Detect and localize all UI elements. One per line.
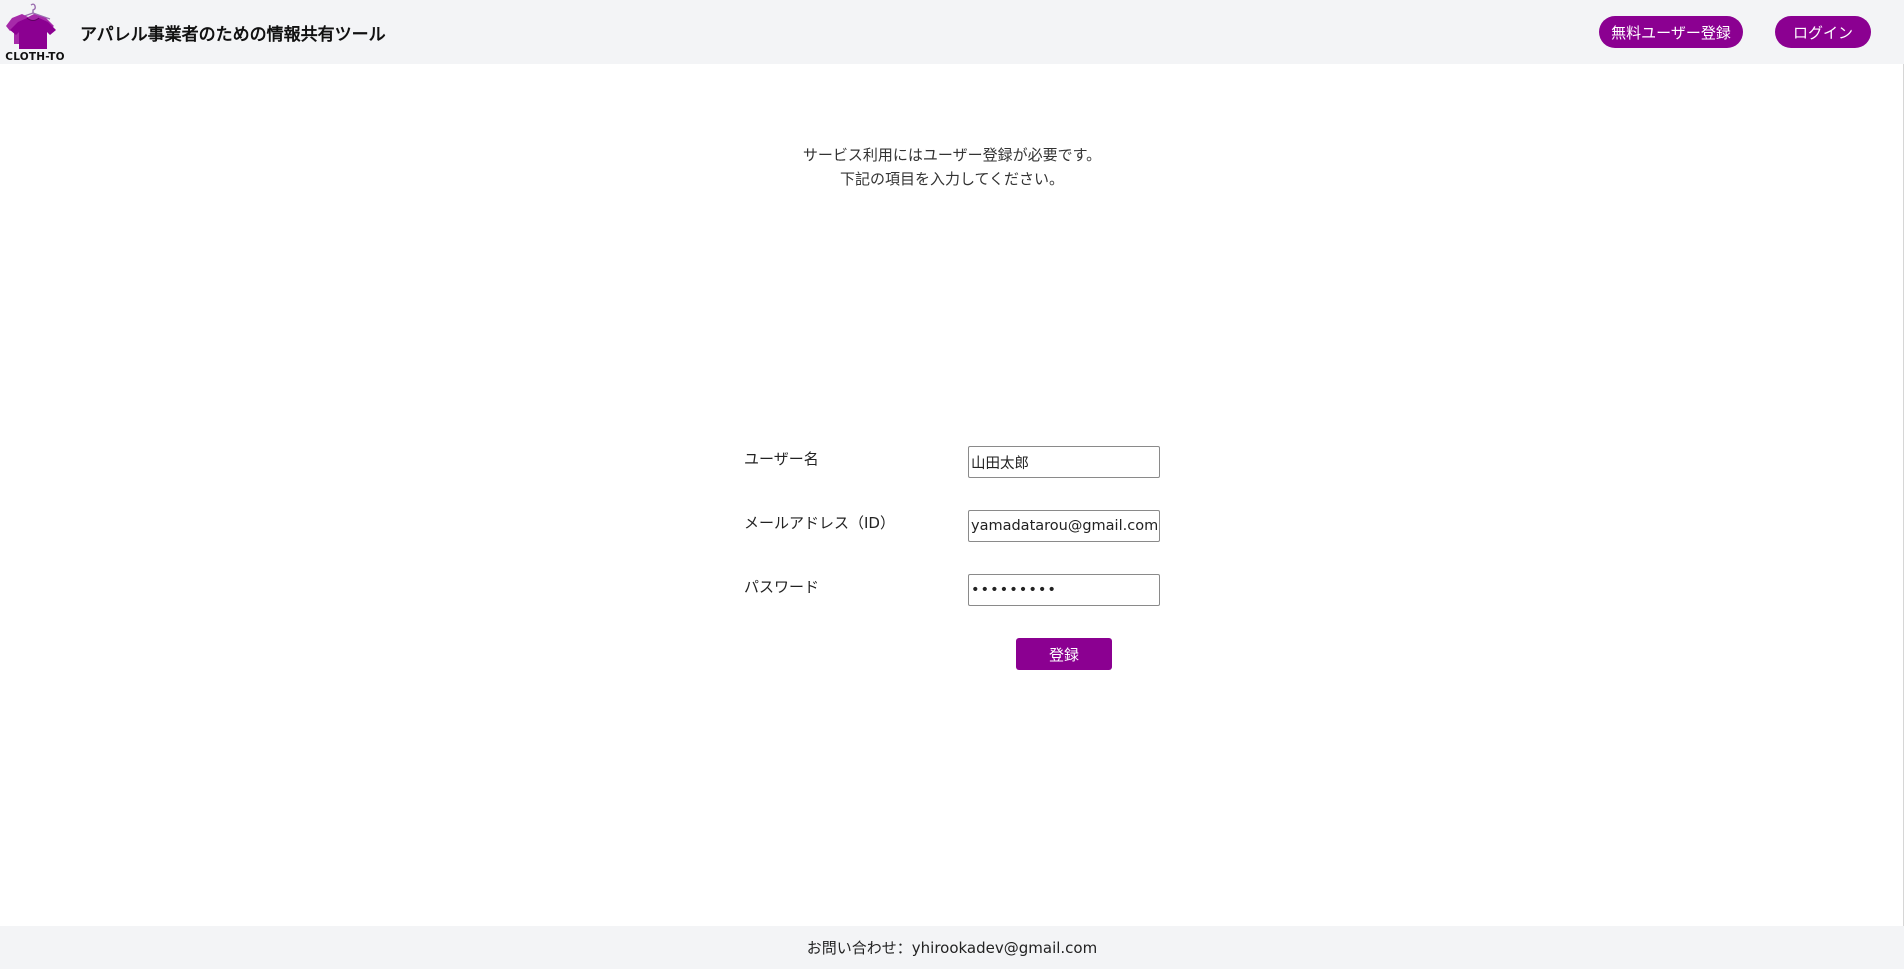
contact-text: お問い合わせ：yhirookadev@gmail.com [806, 939, 1098, 957]
password-field[interactable] [968, 574, 1160, 606]
username-field[interactable] [968, 446, 1160, 478]
site-title: アパレル事業者のための情報共有ツール [80, 25, 386, 45]
shirt-logo-icon [6, 3, 56, 49]
email-label: メールアドレス（ID） [744, 514, 895, 532]
logo-text: CLOTH-TO [5, 51, 65, 63]
site-footer: お問い合わせ：yhirookadev@gmail.com [0, 926, 1904, 969]
logo[interactable]: CLOTH-TO [2, 2, 65, 63]
intro-line-2: 下記の項目を入力してください。 [839, 170, 1065, 188]
login-button[interactable]: ログイン [1775, 16, 1871, 48]
intro-line-1: サービス利用にはユーザー登録が必要です。 [802, 146, 1102, 164]
free-register-button[interactable]: 無料ユーザー登録 [1599, 16, 1743, 48]
register-submit-button[interactable]: 登録 [1016, 638, 1112, 670]
page: CLOTH-TO アパレル事業者のための情報共有ツール 無料ユーザー登録 ログイ… [0, 0, 1904, 969]
site-header: CLOTH-TO アパレル事業者のための情報共有ツール 無料ユーザー登録 ログイ… [0, 0, 1904, 64]
password-label: パスワード [744, 578, 820, 596]
email-field[interactable] [968, 510, 1160, 542]
username-label: ユーザー名 [744, 450, 819, 468]
intro-message: サービス利用にはユーザー登録が必要です。 下記の項目を入力してください。 [652, 143, 1252, 191]
